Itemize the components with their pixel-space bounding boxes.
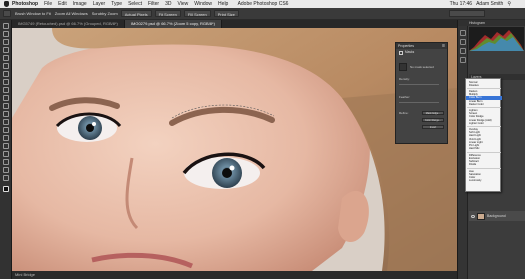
menu-edit[interactable]: Edit [58, 0, 67, 8]
feather-slider[interactable] [399, 102, 439, 103]
brush-icon[interactable] [3, 79, 9, 85]
dodge-icon[interactable] [3, 127, 9, 133]
eye-icon[interactable] [471, 214, 475, 218]
character-panel-icon[interactable] [460, 57, 466, 63]
tab-retouched[interactable]: IMG5749 (Retouched).psd @ 66.7% (Grouped… [12, 20, 125, 28]
pixel-mask-icon[interactable] [399, 63, 407, 71]
scrubby-zoom-checkbox[interactable]: Scrubby Zoom [92, 11, 118, 16]
menu-help[interactable]: Help [218, 0, 228, 8]
move-icon[interactable] [3, 23, 9, 29]
menu-app[interactable]: Photoshop [12, 0, 38, 8]
options-bar: Brush Window to Fit Zoom All Windows Scr… [0, 8, 525, 20]
blend-option[interactable]: Divide [466, 163, 502, 166]
no-mask-text: No mask selected [410, 65, 434, 69]
pen-icon[interactable] [3, 135, 9, 141]
blend-option[interactable]: Hard Mix [466, 147, 502, 150]
quick-select-icon[interactable] [3, 47, 9, 53]
histogram-header[interactable]: Histogram [458, 20, 525, 26]
eraser-icon[interactable] [3, 103, 9, 109]
user-name[interactable]: Adam Smith [476, 0, 503, 8]
shape-icon[interactable] [3, 159, 9, 165]
panel-menu-icon[interactable]: ☰ [442, 43, 445, 49]
eyedropper-icon[interactable] [3, 63, 9, 69]
blend-mode-dropdown[interactable]: Normal Dissolve Darken Multiply Color Bu… [465, 78, 502, 192]
resize-windows-checkbox[interactable]: Brush Window to Fit [15, 11, 51, 16]
mask-edge-button[interactable]: Mask Edge... [422, 111, 444, 115]
masks-label: Masks [405, 50, 415, 54]
mac-menubar: Photoshop File Edit Image Layer Type Sel… [0, 0, 525, 8]
healing-icon[interactable] [3, 71, 9, 77]
workspace-switcher[interactable] [449, 10, 485, 17]
invert-button[interactable]: Invert [422, 125, 444, 129]
menu-select[interactable]: Select [128, 0, 142, 8]
history-panel-icon[interactable] [460, 30, 466, 36]
layer-row-background[interactable]: Background [469, 211, 525, 221]
history-brush-icon[interactable] [3, 95, 9, 101]
status-text: Mini Bridge [15, 272, 36, 277]
apple-icon[interactable] [4, 1, 9, 7]
menu-image[interactable]: Image [73, 0, 87, 8]
clock: Thu 17:46 [449, 1, 473, 7]
window-title: Adobe Photoshop CS6 [237, 1, 289, 7]
zoom-all-windows-checkbox[interactable]: Zoom All Windows [55, 11, 88, 16]
zoom-tool-icon[interactable] [3, 10, 11, 17]
menu-layer[interactable]: Layer [93, 0, 106, 8]
foreground-color-swatch[interactable] [3, 186, 9, 192]
tab-active-document[interactable]: IMG0279.psd @ 66.7% (Zoom 5 copy, RGB/8*… [124, 20, 222, 28]
properties-panel: Properties ☰ Masks No mask selected Dens… [395, 42, 448, 144]
spotlight-icon[interactable]: ⚲ [507, 0, 511, 8]
marquee-icon[interactable] [3, 31, 9, 37]
actual-pixels-button[interactable]: Actual Pixels [120, 10, 152, 17]
fit-screen-button[interactable]: Fit Screen [154, 10, 181, 17]
zoom-icon[interactable] [3, 175, 9, 181]
blur-icon[interactable] [3, 119, 9, 125]
menu-view[interactable]: View [178, 0, 189, 8]
blend-option[interactable]: Lighter Color [466, 122, 502, 125]
menu-separator [467, 167, 501, 169]
portrait-photo [12, 28, 457, 271]
menu-3d[interactable]: 3D [165, 0, 171, 8]
blend-option[interactable]: Luminosity [466, 179, 502, 182]
color-range-button[interactable]: Color Range... [422, 118, 444, 122]
menu-type[interactable]: Type [111, 0, 122, 8]
tools-panel [0, 20, 12, 279]
menu-file[interactable]: File [44, 0, 52, 8]
layer-thumbnail [477, 212, 485, 220]
density-slider[interactable] [399, 84, 439, 85]
brush-panel-icon[interactable] [460, 48, 466, 54]
menu-separator [467, 126, 501, 127]
histogram-graph [469, 27, 524, 51]
menu-separator [467, 88, 501, 89]
blend-option[interactable]: Dissolve [466, 84, 502, 87]
clone-stamp-icon[interactable] [3, 87, 9, 93]
document-tabs: IMG5749 (Retouched).psd @ 66.7% (Grouped… [12, 20, 457, 28]
masks-section: Masks [396, 49, 447, 56]
refine-label: Refine: [399, 111, 409, 115]
type-icon[interactable] [3, 143, 9, 149]
blend-option[interactable]: Darker Color [466, 103, 502, 106]
density-label: Density: [399, 77, 410, 81]
feather-label: Feather: [399, 95, 411, 99]
mini-bridge-bar[interactable]: Mini Bridge [12, 271, 457, 279]
layer-name: Background [487, 214, 506, 218]
mask-icon [399, 50, 403, 55]
actions-panel-icon[interactable] [460, 39, 466, 45]
print-size-button[interactable]: Print Size [213, 10, 239, 17]
menu-separator [467, 107, 501, 108]
menu-filter[interactable]: Filter [148, 0, 159, 8]
lasso-icon[interactable] [3, 39, 9, 45]
gradient-icon[interactable] [3, 111, 9, 117]
document-canvas[interactable] [12, 28, 457, 271]
hand-icon[interactable] [3, 167, 9, 173]
fill-screen-button[interactable]: Fill Screen [183, 10, 211, 17]
menu-window[interactable]: Window [194, 0, 212, 8]
menu-separator [467, 151, 501, 153]
crop-icon[interactable] [3, 55, 9, 61]
path-select-icon[interactable] [3, 151, 9, 157]
